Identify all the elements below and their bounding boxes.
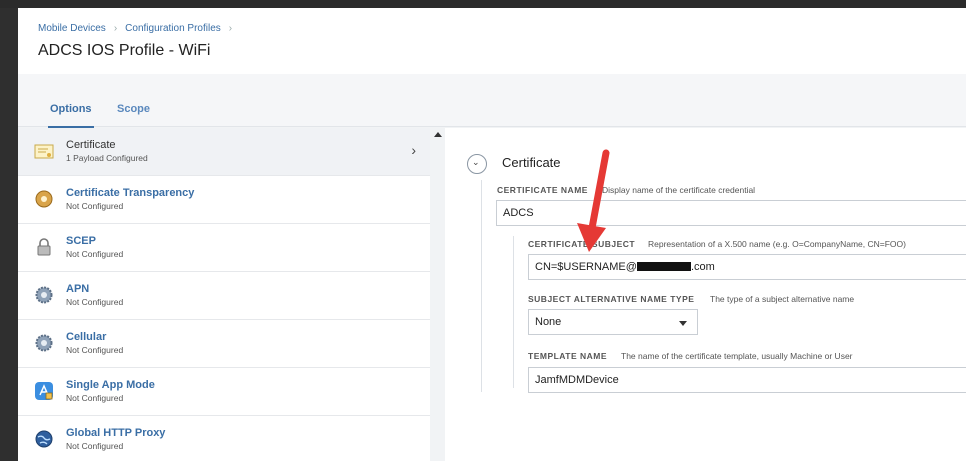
- breadcrumb-separator-icon: ›: [228, 23, 233, 34]
- breadcrumb-mobile-devices[interactable]: Mobile Devices: [38, 23, 106, 34]
- template-name-label: TEMPLATE NAME: [528, 351, 608, 361]
- collapse-toggle[interactable]: ⌄: [467, 154, 487, 174]
- payload-status: Not Configured: [66, 249, 124, 259]
- gear-icon: [34, 333, 54, 353]
- redaction-bar: [636, 261, 691, 271]
- certificate-name-input[interactable]: ADCS: [496, 200, 966, 226]
- app-store-icon: [34, 381, 54, 401]
- globe-icon: [34, 429, 54, 449]
- left-strip: [0, 8, 18, 461]
- certificate-transparency-icon: [34, 189, 54, 209]
- payload-list: Certificate 1 Payload Configured › Certi…: [18, 128, 431, 461]
- payload-item-global-http-proxy[interactable]: Global HTTP Proxy Not Configured: [18, 416, 430, 461]
- payload-status: Not Configured: [66, 201, 124, 211]
- certificate-icon: [34, 141, 54, 161]
- template-name-help: The name of the certificate template, us…: [621, 351, 853, 361]
- payload-item-cellular[interactable]: Cellular Not Configured: [18, 320, 430, 368]
- payload-name: Global HTTP Proxy: [66, 427, 166, 439]
- san-type-label: SUBJECT ALTERNATIVE NAME TYPE: [528, 294, 695, 304]
- scroll-up-arrow-icon[interactable]: [434, 132, 442, 137]
- certificate-subject-value-prefix: CN=$USERNAME@: [535, 261, 637, 273]
- indent-line: [513, 236, 514, 388]
- certificate-name-label: CERTIFICATE NAME: [497, 185, 588, 195]
- breadcrumb: Mobile Devices › Configuration Profiles …: [38, 23, 240, 34]
- indent-line: [481, 180, 482, 392]
- payload-name: Cellular: [66, 331, 107, 343]
- payload-item-certificate-transparency[interactable]: Certificate Transparency Not Configured: [18, 176, 430, 224]
- main-panel: Mobile Devices › Configuration Profiles …: [18, 8, 966, 461]
- chevron-right-icon: ›: [411, 142, 416, 158]
- payload-item-single-app-mode[interactable]: Single App Mode Not Configured: [18, 368, 430, 416]
- san-type-select[interactable]: None: [528, 309, 698, 335]
- certificate-subject-value-suffix: .com: [690, 261, 715, 273]
- payload-name: SCEP: [66, 235, 96, 247]
- certificate-subject-label: CERTIFICATE SUBJECT: [528, 239, 636, 249]
- certificate-subject-input[interactable]: CN=$USERNAME@ .com: [528, 254, 966, 280]
- payload-status: 1 Payload Configured: [66, 153, 148, 163]
- page-title: ADCS IOS Profile - WiFi: [38, 42, 211, 59]
- breadcrumb-configuration-profiles[interactable]: Configuration Profiles: [125, 23, 221, 34]
- dropdown-caret-icon: [679, 321, 687, 326]
- page-header: Mobile Devices › Configuration Profiles …: [18, 8, 966, 74]
- template-name-input[interactable]: JamfMDMDevice: [528, 367, 966, 393]
- certificate-name-help: Display name of the certificate credenti…: [602, 185, 756, 195]
- payload-status: Not Configured: [66, 297, 124, 307]
- gear-icon: [34, 285, 54, 305]
- payload-name: Certificate: [66, 139, 116, 151]
- payload-detail: ⌄ Certificate CERTIFICATE NAME Display n…: [445, 128, 966, 461]
- tab-bar: Options Scope: [18, 74, 966, 129]
- certificate-subject-help: Representation of a X.500 name (e.g. O=C…: [648, 239, 906, 249]
- lock-icon: [34, 237, 54, 257]
- top-bar: [0, 0, 966, 8]
- chevron-down-icon: ⌄: [472, 157, 480, 167]
- san-type-value: None: [535, 316, 562, 328]
- tab-options[interactable]: Options: [48, 103, 94, 129]
- payload-status: Not Configured: [66, 441, 124, 451]
- tab-scope[interactable]: Scope: [117, 103, 150, 115]
- payload-item-certificate[interactable]: Certificate 1 Payload Configured ›: [18, 128, 430, 176]
- breadcrumb-separator-icon: ›: [113, 23, 118, 34]
- san-type-help: The type of a subject alternative name: [710, 294, 855, 304]
- section-title: Certificate: [502, 155, 561, 170]
- payload-status: Not Configured: [66, 345, 124, 355]
- payload-name: Single App Mode: [66, 379, 155, 391]
- payload-name: Certificate Transparency: [66, 187, 195, 199]
- scrollbar[interactable]: [430, 128, 445, 461]
- payload-name: APN: [66, 283, 90, 295]
- payload-item-scep[interactable]: SCEP Not Configured: [18, 224, 430, 272]
- payload-status: Not Configured: [66, 393, 124, 403]
- payload-item-apn[interactable]: APN Not Configured: [18, 272, 430, 320]
